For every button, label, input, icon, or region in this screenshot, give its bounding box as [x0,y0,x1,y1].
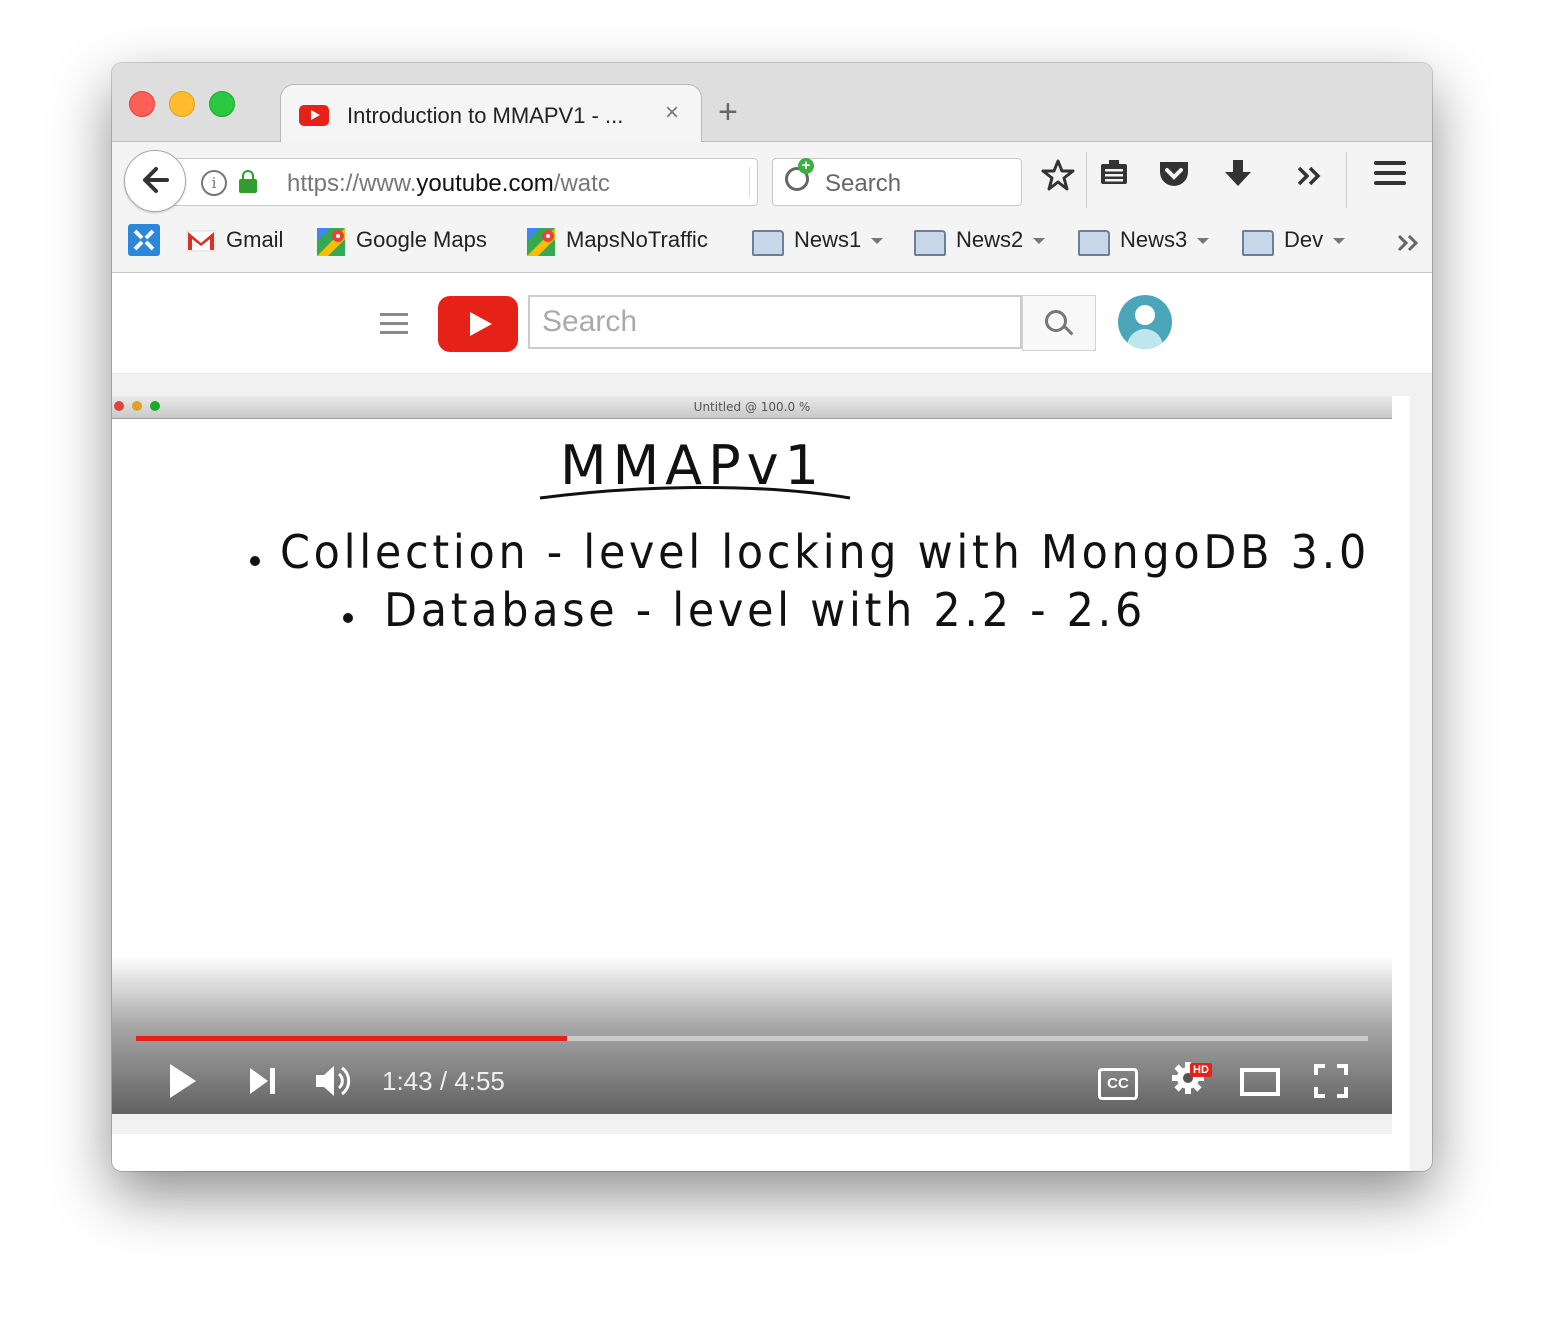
next-icon[interactable] [250,1068,278,1094]
maximize-window-button[interactable] [209,91,235,117]
minimize-window-button[interactable] [169,91,195,117]
bookmark-label: News3 [1120,227,1188,252]
tab-close-icon[interactable]: × [665,99,679,127]
folder-icon [914,229,946,256]
back-arrow-icon [143,167,169,193]
close-window-button[interactable] [129,91,155,117]
volume-icon[interactable] [314,1062,354,1100]
bookmarks-toolbar: Gmail Google Maps MapsNoTraffic News1 Ne… [112,208,1432,273]
folder-icon [1242,229,1274,256]
bookmark-label: News2 [956,227,1024,252]
fullscreen-icon[interactable] [1314,1064,1348,1098]
toolbar-divider [1346,152,1347,210]
browser-window: Introduction to MMAPV1 - ... × + i https… [112,63,1432,1171]
whiteboard-bullet-1: Collection - level locking with MongoDB … [280,525,1370,579]
bookmark-label: Gmail [226,227,284,252]
downloads-icon[interactable] [1216,158,1260,201]
google-maps-icon [526,227,556,257]
progress-bar[interactable] [136,1036,1368,1041]
lock-icon [239,170,257,193]
navigation-toolbar: i https://www.youtube.com/watc Search [112,142,1432,212]
bookmarks-overflow-icon[interactable] [1396,230,1422,262]
theater-mode-icon[interactable] [1240,1068,1280,1096]
folder-icon [752,229,784,256]
bookmark-mapsnotraffic[interactable]: MapsNoTraffic [526,224,708,257]
overflow-chevron-icon[interactable] [1288,158,1332,198]
chevron-down-icon [1033,238,1046,245]
chevron-down-icon [871,238,884,245]
bookmark-folder-news1[interactable]: News1 [752,224,884,256]
youtube-favicon-icon [299,105,329,126]
bookmark-label: Dev [1284,227,1324,252]
tab-active[interactable]: Introduction to MMAPV1 - ... × [280,84,702,143]
bookmark-label: Google Maps [356,227,487,252]
bullet-dot [343,613,353,623]
bookmark-star-icon[interactable] [1036,158,1080,203]
progress-played [136,1036,568,1041]
gmail-icon [186,227,216,255]
bookmark-folder-news3[interactable]: News3 [1078,224,1210,256]
youtube-logo[interactable] [438,296,518,352]
url-text[interactable]: https://www.youtube.com/watc [287,170,637,198]
play-icon[interactable] [170,1064,196,1098]
folder-icon [1078,229,1110,256]
chevron-down-icon [1197,238,1210,245]
back-button[interactable] [124,150,186,212]
youtube-search-button[interactable] [1022,295,1096,351]
chevron-down-icon [1333,238,1346,245]
video-player[interactable]: Untitled @ 100.0 % MMAPv1 Collection - l… [112,396,1392,1114]
search-engine-icon[interactable] [785,158,814,191]
bullet-dot [250,556,260,566]
toolbar-divider [1086,152,1087,210]
search-icon [1045,310,1067,332]
youtube-masthead: Search [112,273,1432,374]
hamburger-menu-icon[interactable] [1368,158,1412,199]
captions-icon[interactable]: CC [1098,1068,1138,1100]
tab-strip: Introduction to MMAPV1 - ... × + [112,63,1432,143]
youtube-search-input[interactable]: Search [528,295,1022,349]
bookmark-label: News1 [794,227,862,252]
new-tab-button[interactable]: + [718,95,738,129]
bookmark-app-icon[interactable] [128,224,160,265]
youtube-menu-icon[interactable] [380,313,408,340]
bookmark-folder-news2[interactable]: News2 [914,224,1046,256]
avatar[interactable] [1118,295,1172,349]
video-info-card [112,1134,1392,1171]
pocket-icon[interactable] [1152,158,1196,201]
reading-list-icon[interactable] [1092,158,1136,199]
site-info-icon[interactable]: i [201,170,227,196]
time-display: 1:43 / 4:55 [382,1066,505,1096]
url-bar[interactable]: i https://www.youtube.com/watc [172,158,796,206]
browser-search-placeholder: Search [825,170,902,197]
video-app-title: Untitled @ 100.0 % [693,400,811,414]
hd-badge: HD [1190,1063,1212,1077]
browser-search-field[interactable]: Search [772,158,1022,206]
whiteboard-bullet-2: Database - level with 2.2 - 2.6 [384,583,1146,637]
tab-title: Introduction to MMAPV1 - ... [347,103,624,128]
bookmark-google-maps[interactable]: Google Maps [316,224,487,257]
whiteboard-handwriting: MMAPv1 Collection - level locking with M… [250,434,1370,637]
bookmark-label: MapsNoTraffic [566,227,708,252]
bookmark-gmail[interactable]: Gmail [186,224,283,256]
url-separator [749,167,750,197]
page-scroll-area [1392,396,1410,1171]
video-app-titlebar: Untitled @ 100.0 % [112,396,1392,419]
bookmark-folder-dev[interactable]: Dev [1242,224,1346,256]
google-maps-icon [316,227,346,257]
